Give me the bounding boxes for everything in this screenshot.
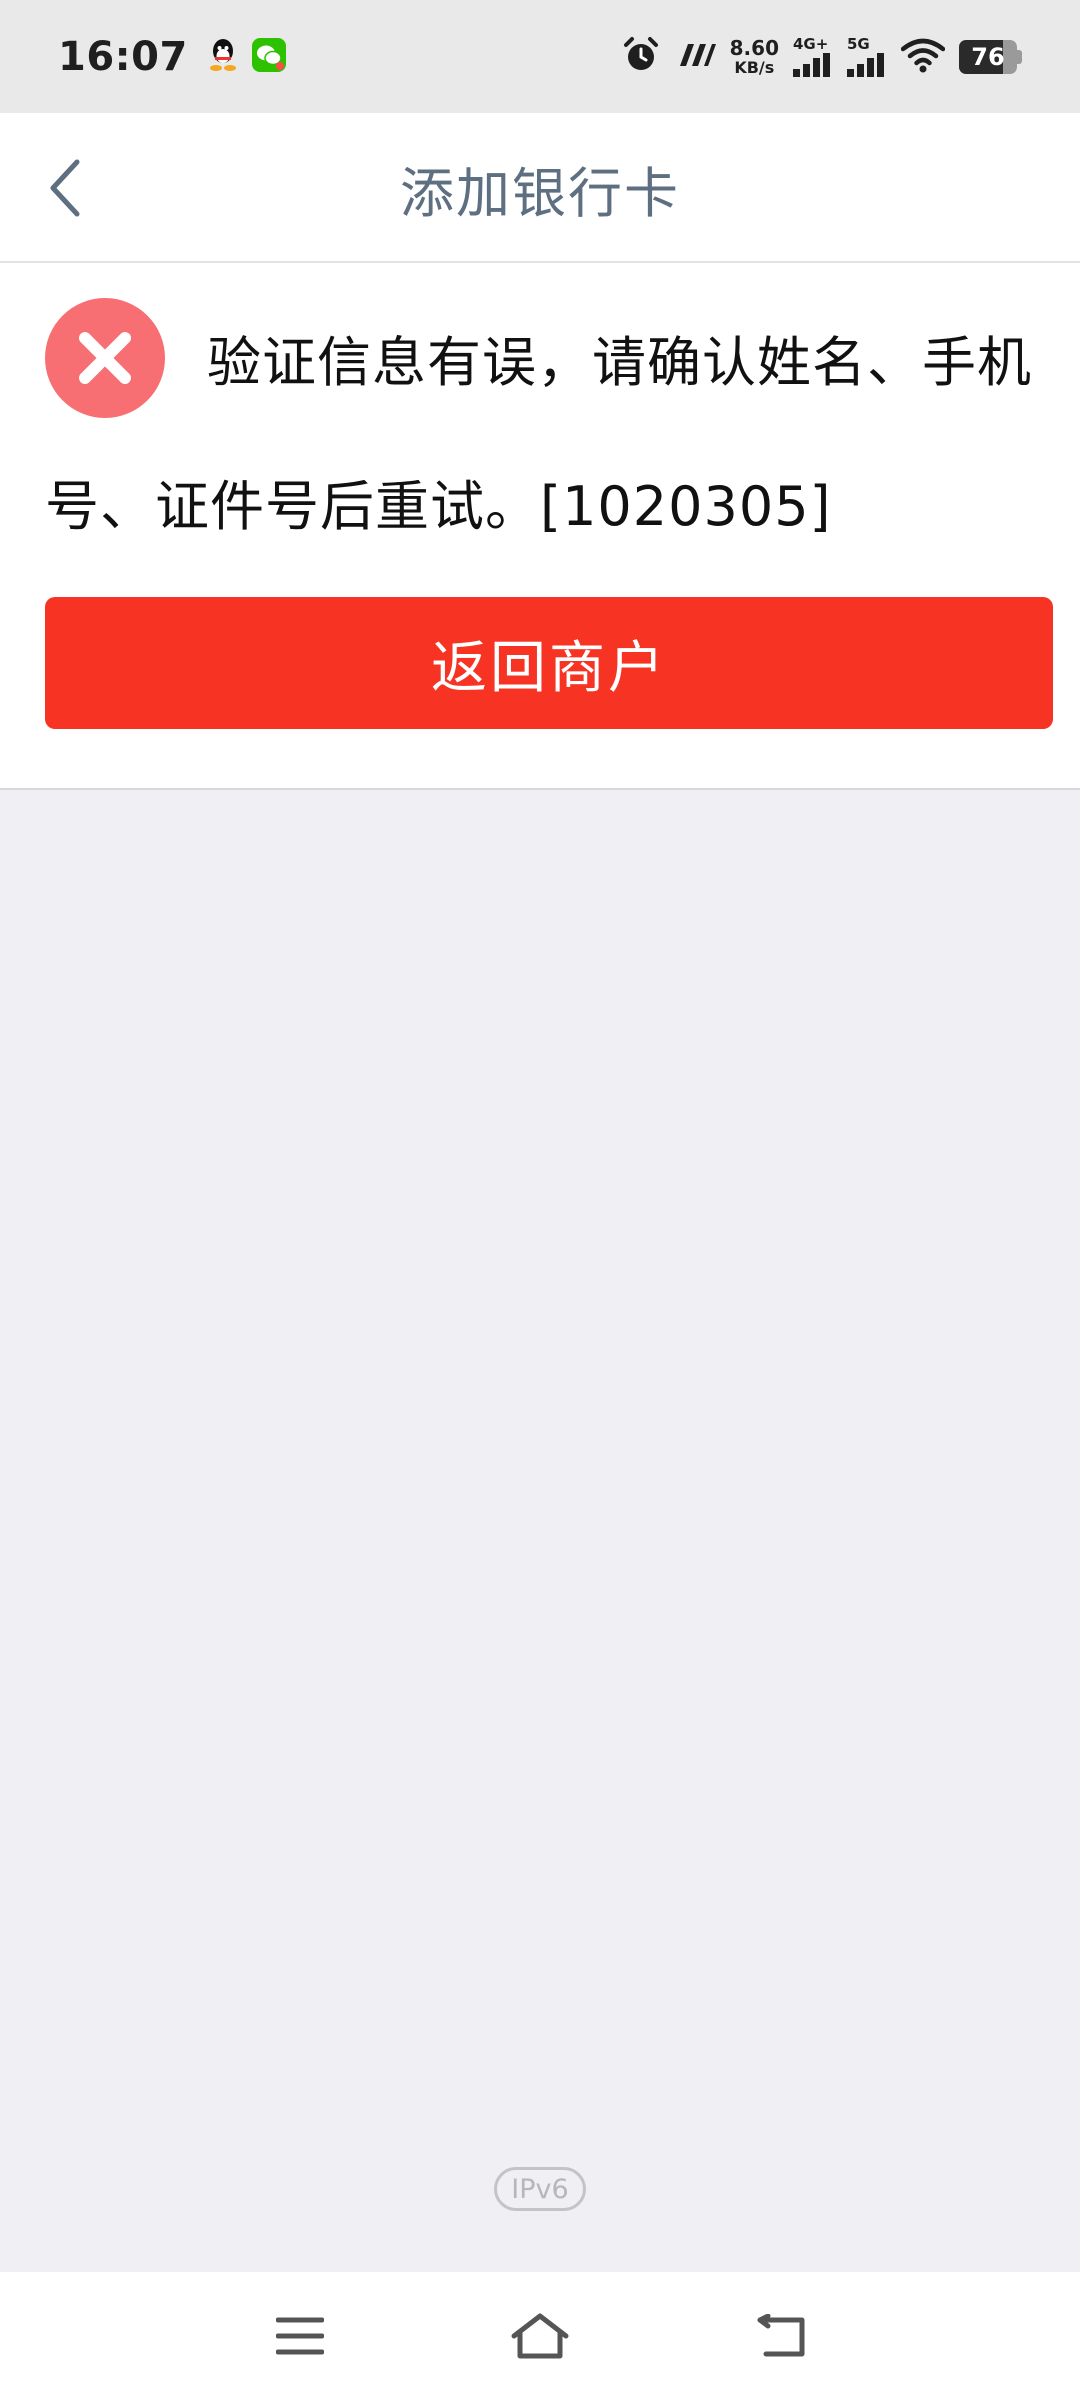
signal-5g: 5G: [847, 34, 887, 77]
signal-icon: [793, 52, 830, 77]
wechat-icon: [251, 37, 286, 76]
back-button[interactable]: [30, 153, 100, 223]
error-message-block: 验证信息有误，请确认姓名、手机号、证件号后重试。[1020305]: [45, 291, 1045, 579]
signal-5g-label: 5G: [847, 34, 870, 53]
error-message: 验证信息有误，请确认姓名、手机号、证件号后重试。[1020305]: [45, 331, 1032, 538]
chevron-left-icon: [50, 159, 80, 217]
page-title: 添加银行卡: [400, 161, 680, 225]
menu-button[interactable]: [260, 2296, 340, 2376]
battery-tip: [1017, 49, 1022, 64]
back-arrow-icon: [757, 2314, 805, 2357]
net-speed: 8.60 KB/s: [730, 38, 779, 76]
battery-icon: 76: [959, 39, 1022, 74]
hd-icon: [674, 40, 716, 74]
menu-icon: [276, 2317, 324, 2355]
wifi-icon: [900, 37, 946, 77]
notification-icons: [208, 37, 286, 76]
signal-4g: 4G+: [793, 34, 833, 77]
battery-level: 76: [959, 39, 1017, 74]
ipv6-badge: IPv6: [494, 2167, 586, 2211]
error-icon: [45, 298, 165, 419]
back-system-button[interactable]: [742, 2296, 822, 2376]
home-button[interactable]: [500, 2296, 580, 2376]
system-status-icons: 8.60 KB/s 4G+ 5G 76: [622, 36, 1022, 78]
alarm-icon: [622, 36, 660, 78]
signal-icon: [847, 52, 884, 77]
system-nav-bar: [0, 2272, 1080, 2400]
qq-icon: [208, 38, 238, 76]
net-speed-value: 8.60: [729, 35, 779, 60]
signal-4g-label: 4G+: [793, 34, 829, 53]
home-icon: [511, 2313, 569, 2359]
status-time: 16:07: [58, 33, 188, 80]
status-bar: 16:07 8.60 KB/s 4G+ 5G 76: [0, 0, 1080, 113]
net-speed-unit: KB/s: [734, 57, 775, 77]
nav-bar: 添加银行卡: [0, 113, 1080, 263]
result-card: 验证信息有误，请确认姓名、手机号、证件号后重试。[1020305] 返回商户: [0, 263, 1080, 790]
return-to-merchant-button[interactable]: 返回商户: [45, 597, 1053, 729]
